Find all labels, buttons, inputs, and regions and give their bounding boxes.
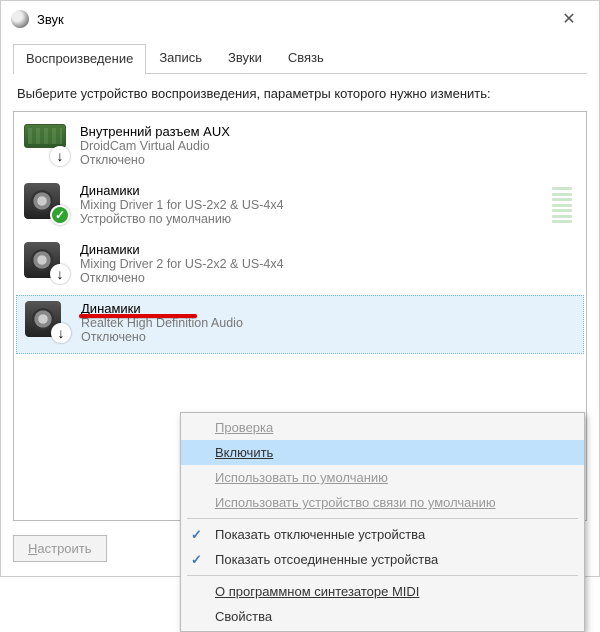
configure-button[interactable]: Настроить: [13, 535, 107, 562]
arrow-down-icon: ↓: [50, 264, 70, 284]
tab-playback[interactable]: Воспроизведение: [13, 44, 146, 74]
menu-item-set-default[interactable]: Использовать по умолчанию: [181, 465, 584, 490]
instruction-text: Выберите устройство воспроизведения, пар…: [13, 86, 587, 101]
level-meter-icon: [552, 187, 572, 223]
device-status: Отключено: [80, 153, 576, 167]
arrow-down-icon: ↓: [51, 323, 71, 343]
device-desc: DroidCam Virtual Audio: [80, 139, 576, 153]
check-icon: ✓: [191, 527, 202, 543]
device-name: Внутренний разъем AUX: [80, 124, 576, 139]
menu-item-show-disabled[interactable]: ✓Показать отключенные устройства: [181, 522, 584, 547]
menu-item-enable[interactable]: Включить: [181, 440, 584, 465]
device-icon-speaker: ↓: [25, 301, 67, 339]
device-desc: Realtek High Definition Audio: [81, 316, 575, 330]
menu-separator: [187, 575, 578, 576]
close-icon[interactable]: ✕: [549, 9, 589, 29]
device-row[interactable]: ✓ Динамики Mixing Driver 1 for US-2x2 & …: [14, 177, 586, 236]
device-icon-speaker: ✓: [24, 183, 66, 221]
device-name: Динамики: [80, 183, 576, 198]
menu-item-test[interactable]: Проверка: [181, 415, 584, 440]
device-icon-speaker: ↓: [24, 242, 66, 280]
check-icon: ✓: [191, 552, 202, 568]
sound-app-icon: [11, 10, 29, 28]
device-name: Динамики: [80, 242, 576, 257]
context-menu: Проверка Включить Использовать по умолча…: [180, 412, 585, 632]
tab-strip: Воспроизведение Запись Звуки Связь: [13, 43, 587, 74]
menu-item-show-disconnected[interactable]: ✓Показать отсоединенные устройства: [181, 547, 584, 572]
menu-item-properties[interactable]: Свойства: [181, 604, 584, 629]
annotation-underline: [79, 314, 197, 318]
menu-item-set-comm-default[interactable]: Использовать устройство связи по умолчан…: [181, 490, 584, 515]
device-status: Отключено: [80, 271, 576, 285]
device-row[interactable]: ↓ Внутренний разъем AUX DroidCam Virtual…: [14, 118, 586, 177]
device-desc: Mixing Driver 1 for US-2x2 & US-4x4: [80, 198, 576, 212]
device-status: Устройство по умолчанию: [80, 212, 576, 226]
tab-sounds[interactable]: Звуки: [215, 43, 275, 73]
device-desc: Mixing Driver 2 for US-2x2 & US-4x4: [80, 257, 576, 271]
menu-separator: [187, 518, 578, 519]
window-title: Звук: [37, 12, 549, 27]
tab-recording[interactable]: Запись: [146, 43, 215, 73]
titlebar: Звук ✕: [1, 1, 599, 37]
arrow-down-icon: ↓: [50, 146, 70, 166]
checkmark-icon: ✓: [50, 205, 70, 225]
device-row-selected[interactable]: ↓ Динамики Realtek High Definition Audio…: [16, 295, 584, 354]
device-status: Отключено: [81, 330, 575, 344]
tab-communications[interactable]: Связь: [275, 43, 337, 73]
device-icon-aux: ↓: [24, 124, 66, 162]
menu-item-about-midi[interactable]: О программном синтезаторе MIDI: [181, 579, 584, 604]
device-row[interactable]: ↓ Динамики Mixing Driver 2 for US-2x2 & …: [14, 236, 586, 295]
